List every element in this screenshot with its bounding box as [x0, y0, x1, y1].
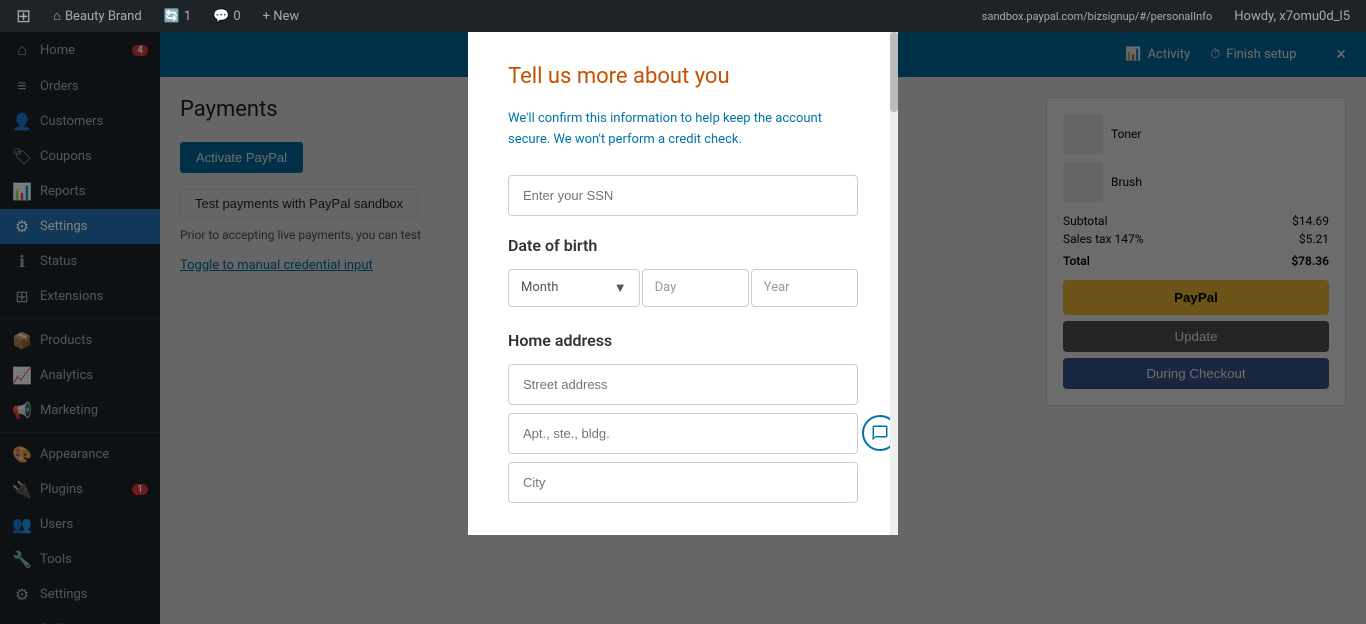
- updates-icon: 🔄: [164, 9, 180, 24]
- new-label: + New: [263, 9, 300, 24]
- comments-item[interactable]: 💬 0: [205, 0, 249, 32]
- dob-section: Date of birth Month ▼ Day Year: [508, 236, 858, 307]
- site-name-item[interactable]: ⌂ Beauty Brand: [45, 0, 150, 32]
- wp-logo-icon: ⊞: [16, 6, 31, 27]
- modal-scrollbar[interactable]: [890, 32, 898, 535]
- modal-content: Tell us more about you We'll confirm thi…: [468, 32, 898, 535]
- wp-logo-item[interactable]: ⊞: [8, 0, 39, 32]
- url-text: sandbox.paypal.com/bizsignup/#/personalI…: [982, 10, 1212, 23]
- new-item[interactable]: + New: [255, 0, 308, 32]
- year-label: Year: [764, 280, 790, 295]
- modal-title: Tell us more about you: [508, 64, 858, 89]
- modal-description: We'll confirm this information to help k…: [508, 109, 858, 151]
- ssn-input[interactable]: [508, 175, 858, 216]
- modal-overlay: ▲ Tell us more about you We'll confirm t…: [0, 32, 1366, 624]
- year-input[interactable]: Year: [751, 269, 858, 307]
- day-label: Day: [655, 280, 677, 295]
- dob-row: Month ▼ Day Year: [508, 269, 858, 307]
- month-label: Month: [521, 280, 558, 295]
- comment-count: 0: [233, 9, 240, 24]
- url-display: sandbox.paypal.com/bizsignup/#/personalI…: [974, 0, 1220, 32]
- home-address-section: Home address: [508, 331, 858, 503]
- dob-label: Date of birth: [508, 236, 858, 255]
- admin-bar-right: sandbox.paypal.com/bizsignup/#/personalI…: [974, 0, 1358, 32]
- site-name: Beauty Brand: [65, 9, 142, 24]
- paypal-modal: ▲ Tell us more about you We'll confirm t…: [468, 32, 898, 535]
- home-icon: ⌂: [53, 8, 61, 24]
- apt-input[interactable]: [508, 413, 858, 454]
- comments-icon: 💬: [213, 9, 229, 24]
- month-select[interactable]: Month ▼: [508, 269, 640, 307]
- updates-item[interactable]: 🔄 1: [156, 0, 200, 32]
- howdy-item[interactable]: Howdy, x7omu0d_l5: [1226, 0, 1358, 32]
- scrollbar-thumb[interactable]: [890, 32, 898, 112]
- day-input[interactable]: Day: [642, 269, 749, 307]
- admin-bar-left: ⊞ ⌂ Beauty Brand 🔄 1 💬 0 + New: [8, 0, 974, 32]
- city-input[interactable]: [508, 462, 858, 503]
- update-count: 1: [184, 9, 191, 24]
- admin-bar: ⊞ ⌂ Beauty Brand 🔄 1 💬 0 + New sandbox.p…: [0, 0, 1366, 32]
- home-address-label: Home address: [508, 331, 858, 350]
- chat-icon: [871, 424, 889, 442]
- chevron-down-icon: ▼: [614, 280, 627, 296]
- street-address-input[interactable]: [508, 364, 858, 405]
- apt-row: [508, 413, 858, 454]
- howdy-text: Howdy, x7omu0d_l5: [1234, 9, 1350, 24]
